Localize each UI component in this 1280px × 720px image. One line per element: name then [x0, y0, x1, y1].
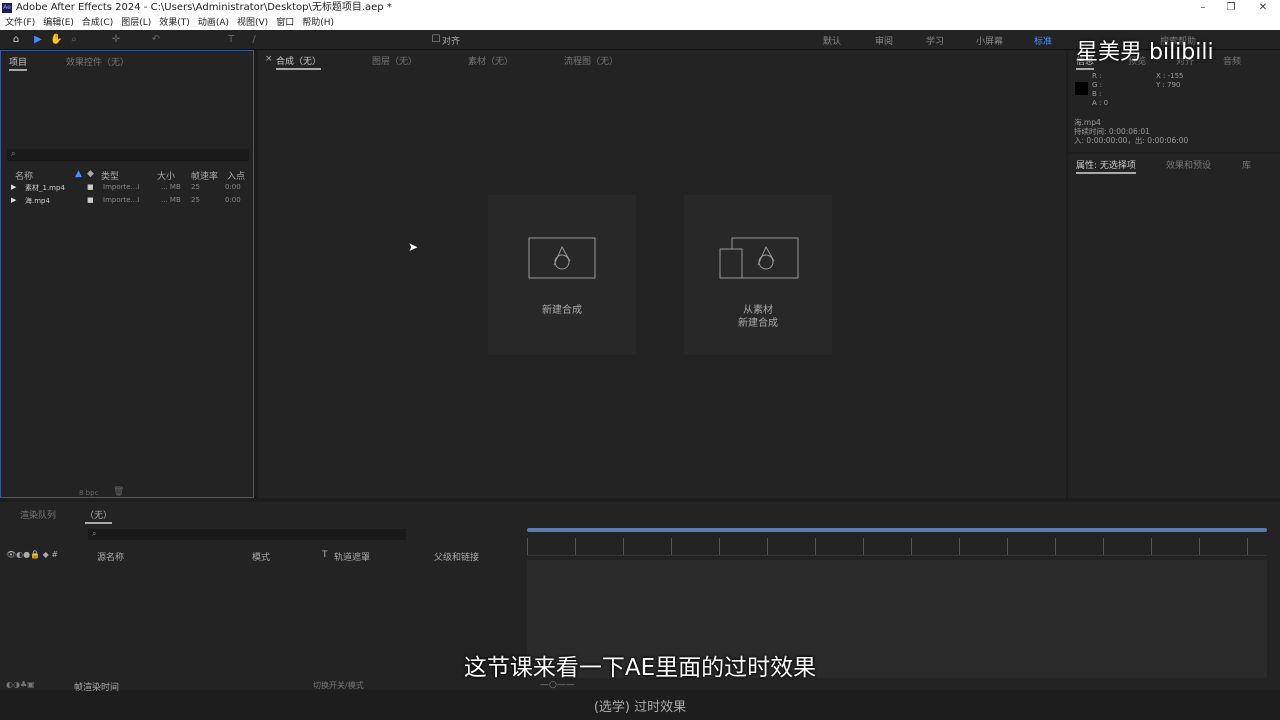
tab-properties[interactable]: 属性: 无选择项 [1076, 158, 1136, 174]
pen-tool-icon[interactable]: / [248, 34, 260, 46]
color-swatch [1075, 82, 1088, 95]
project-item[interactable]: ▶ 海.mp4 ■ Importe...I ... MB 25 0:00 [11, 196, 251, 208]
new-composition-button[interactable]: 新建合成 [488, 195, 636, 355]
timeline-search-input[interactable]: ⌕ [88, 529, 406, 540]
file-info: 海.mp4 持续时间: 0:00:06:01 入: 0:00:00:00，出: 0:… [1074, 118, 1189, 145]
project-column-headers: 名称 ▲ ◆ 类型 大小 帧速率 入点 [15, 169, 255, 182]
label-color-icon: ■ [87, 183, 94, 191]
project-panel: 项目 效果控件（无） ⌕ 名称 ▲ ◆ 类型 大小 帧速率 入点 ▶ 素材_1.… [0, 50, 254, 498]
zoom-tool-icon[interactable]: ⌕ [68, 34, 80, 46]
window-title: Adobe After Effects 2024 - C:\Users\Admi… [16, 2, 392, 13]
label-icon: ◆ [87, 169, 94, 179]
menu-help[interactable]: 帮助(H) [302, 16, 334, 30]
tab-library[interactable]: 库 [1242, 158, 1251, 171]
text-tool-icon[interactable]: T [225, 34, 237, 46]
trash-icon[interactable]: 🗑 [113, 487, 124, 497]
close-button[interactable]: ✕ [1248, 0, 1278, 16]
col-type[interactable]: 类型 [101, 169, 119, 182]
move-tool-icon[interactable]: ✛ [110, 34, 122, 46]
bpc-button[interactable]: 8 bpc [79, 489, 98, 497]
footage-icon: ▶ [11, 196, 17, 204]
col-track-matte[interactable]: 轨道遮罩 [334, 550, 370, 563]
close-tab-icon[interactable]: × [265, 54, 273, 64]
hand-tool-icon[interactable]: ✋ [50, 34, 62, 46]
rotate-tool-icon[interactable]: ↶ [150, 34, 162, 46]
menu-bar: 文件(F) 编辑(E) 合成(C) 图层(L) 效果(T) 动画(A) 视图(V… [0, 16, 1280, 30]
menu-edit[interactable]: 编辑(E) [43, 16, 74, 30]
tab-timeline-none[interactable]: （无） [85, 508, 113, 524]
menu-effect[interactable]: 效果(T) [159, 16, 190, 30]
title-bar: Ae Adobe After Effects 2024 - C:\Users\A… [0, 0, 1280, 16]
snap-checkbox[interactable]: ☐ [430, 34, 442, 46]
col-source-name[interactable]: 源名称 [97, 550, 124, 563]
workspace-default[interactable]: 默认 [823, 34, 841, 47]
footage-composition-icon [719, 237, 799, 279]
col-size[interactable]: 大小 [157, 169, 175, 182]
minimize-button[interactable]: – [1188, 0, 1218, 16]
tab-project[interactable]: 项目 [9, 55, 28, 71]
tab-layer[interactable]: 图层（无） [372, 54, 417, 67]
selection-tool-icon[interactable]: ▶ [32, 34, 44, 46]
tab-audio[interactable]: 音频 [1223, 54, 1241, 67]
properties-panel: 属性: 无选择项 效果和预设 库 [1068, 154, 1280, 498]
new-comp-from-footage-button[interactable]: 从素材 新建合成 [684, 195, 832, 355]
col-t[interactable]: T [322, 550, 328, 560]
sort-asc-icon[interactable]: ▲ [75, 169, 82, 179]
video-subtitle: 这节课来看一下AE里面的过时效果 [463, 655, 817, 681]
app-logo-icon: Ae [2, 3, 12, 13]
col-in[interactable]: 入点 [227, 169, 245, 182]
tab-effect-controls[interactable]: 效果控件（无） [66, 55, 129, 68]
footage-icon: ▶ [11, 183, 17, 191]
av-switch-icons: 👁◐●🔒 ◆ # [6, 550, 59, 559]
composition-panel: × 合成（无） 图层（无） 素材（无） 流程图（无） 新建合成 从素材 新建合成… [258, 50, 1066, 498]
chapter-title: (选学) 过时效果 [593, 700, 687, 715]
workspace-review[interactable]: 审阅 [875, 34, 893, 47]
watermark: 星美男 bilibili [1076, 40, 1214, 65]
col-mode[interactable]: 模式 [252, 550, 270, 563]
xy-readout: X : -155 Y : 790 [1156, 72, 1184, 89]
col-fps[interactable]: 帧速率 [191, 169, 218, 182]
work-area-bar[interactable] [527, 528, 1267, 532]
menu-composition[interactable]: 合成(C) [82, 16, 113, 30]
home-icon[interactable]: ⌂ [10, 34, 22, 46]
tab-effects-presets[interactable]: 效果和预设 [1166, 158, 1211, 171]
composition-icon [528, 237, 596, 279]
menu-layer[interactable]: 图层(L) [121, 16, 151, 30]
menu-file[interactable]: 文件(F) [5, 16, 35, 30]
workspace-small-screen[interactable]: 小屏幕 [976, 34, 1003, 47]
tab-render-queue[interactable]: 渲染队列 [20, 508, 56, 521]
mouse-cursor-icon: ➤ [408, 240, 419, 254]
workspace-standard[interactable]: 标准 [1034, 34, 1052, 47]
tab-flowchart[interactable]: 流程图（无） [564, 54, 618, 67]
menu-animation[interactable]: 动画(A) [198, 16, 229, 30]
menu-window[interactable]: 窗口 [276, 16, 294, 30]
tab-composition[interactable]: 合成（无） [276, 54, 322, 70]
menu-view[interactable]: 视图(V) [237, 16, 268, 30]
tab-footage[interactable]: 素材（无） [468, 54, 513, 67]
col-name[interactable]: 名称 [15, 169, 33, 182]
restore-button[interactable]: ❐ [1216, 0, 1246, 16]
col-parent-link[interactable]: 父级和链接 [434, 550, 479, 563]
project-item[interactable]: ▶ 素材_1.mp4 ■ Importe...I ... MB 25 0:00 [11, 183, 251, 195]
snap-label: 对齐 [442, 37, 461, 47]
rgba-readout: R :G :B :A : 0 [1092, 72, 1109, 107]
time-ruler[interactable] [527, 538, 1267, 556]
project-search-input[interactable]: ⌕ [7, 149, 249, 161]
label-color-icon: ■ [87, 196, 94, 204]
workspace-learn[interactable]: 学习 [926, 34, 944, 47]
